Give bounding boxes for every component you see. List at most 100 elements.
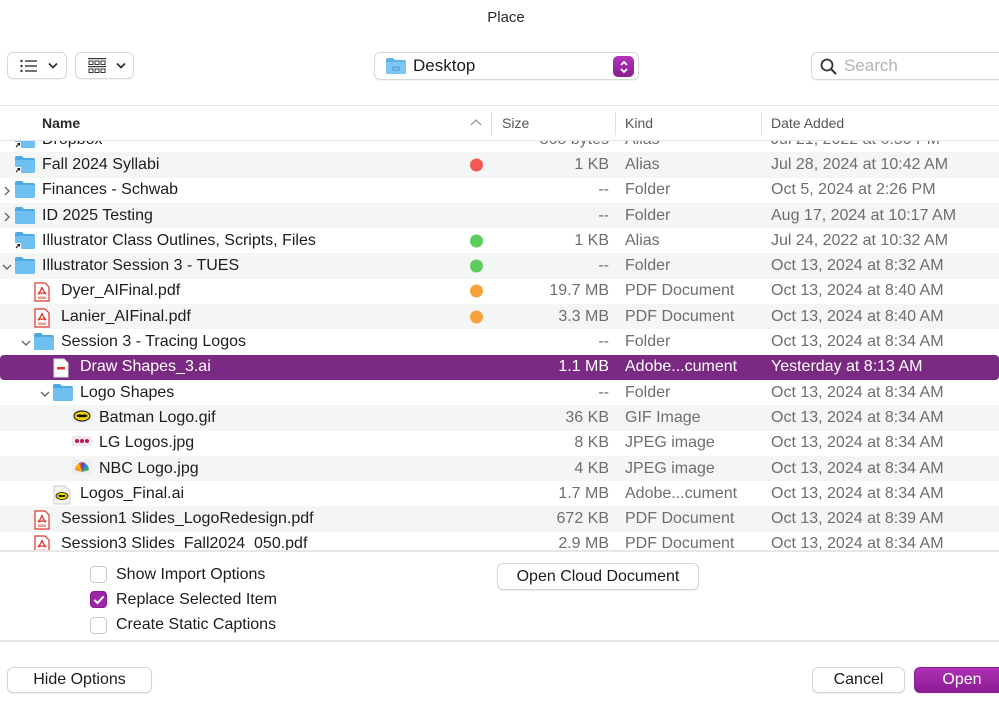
search-icon	[820, 58, 837, 75]
file-date-added: Oct 13, 2024 at 8:34 AM	[771, 484, 944, 502]
tag-red-icon	[470, 158, 483, 172]
file-kind: Alias	[625, 231, 660, 249]
column-kind[interactable]: Kind	[625, 115, 653, 131]
file-kind: Folder	[625, 257, 671, 275]
file-size: 1 KB	[574, 155, 609, 173]
pdf-icon	[34, 282, 54, 303]
file-row[interactable]: Batman Logo.gif 36 KB GIF Image Oct 13, 202…	[0, 405, 999, 431]
file-date-added: Oct 13, 2024 at 8:32 AM	[771, 257, 944, 275]
column-size[interactable]: Size	[502, 115, 529, 131]
tag-green-icon	[470, 259, 483, 273]
options-group: Show Import Options Replace Selected Ite…	[90, 562, 277, 638]
file-kind: Folder	[625, 206, 671, 224]
file-name: Logo Shapes	[80, 383, 175, 401]
file-row[interactable]: Dropbox 368 bytes Alias Jul 21, 2022 at 6:5…	[0, 141, 999, 152]
column-separator[interactable]	[615, 112, 616, 135]
file-size: 1.7 MB	[558, 484, 609, 502]
file-row[interactable]: Finances - Schwab -- Folder Oct 5, 2024 at …	[0, 178, 999, 203]
folder-icon	[15, 257, 35, 275]
file-kind: Folder	[625, 383, 671, 401]
file-row[interactable]: LG Logos.jpg 8 KB JPEG image Oct 13, 2024 a…	[0, 431, 999, 456]
folder-icon	[15, 206, 35, 225]
sort-ascending-icon[interactable]	[470, 118, 482, 126]
location-popup[interactable]: Desktop	[374, 52, 639, 80]
file-name: Dropbox	[42, 141, 102, 149]
search-input[interactable]	[844, 56, 994, 76]
file-size: 2.9 MB	[558, 535, 609, 550]
column-date-added[interactable]: Date Added	[771, 115, 844, 131]
disclosure-collapsed-icon[interactable]	[1, 184, 13, 196]
tag-orange-icon	[470, 284, 483, 298]
group-view-button[interactable]	[75, 52, 134, 79]
file-date-added: Yesterday at 8:13 AM	[771, 358, 923, 376]
option-create-static-captions[interactable]: Create Static Captions	[90, 613, 277, 638]
file-row[interactable]: Lanier_AIFinal.pdf 3.3 MB PDF Document Oct …	[0, 304, 999, 330]
folder-alias-icon	[15, 231, 35, 250]
location-stepper[interactable]	[613, 56, 634, 77]
option-replace-selected-item[interactable]: Replace Selected Item	[90, 587, 277, 612]
file-row[interactable]: Session3 Slides_Fall2024_050.pdf 2.9 MB PD…	[0, 532, 999, 550]
file-row[interactable]: ID 2025 Testing -- Folder Aug 17, 2024 at 1…	[0, 202, 999, 229]
checkbox-checked[interactable]	[90, 591, 107, 609]
file-row[interactable]: Illustrator Session 3 - TUES -- Folder Oct …	[0, 253, 999, 279]
open-button[interactable]: Open	[914, 667, 999, 693]
disclosure-expanded-icon[interactable]	[1, 260, 13, 272]
file-date-added: Oct 13, 2024 at 8:34 AM	[771, 459, 944, 477]
file-list[interactable]: Dropbox 368 bytes Alias Jul 21, 2022 at 6:5…	[0, 141, 999, 550]
file-size: 1 KB	[574, 231, 609, 249]
file-row[interactable]: Draw Shapes_3.ai 1.1 MB Adobe...cument Yest…	[0, 354, 999, 380]
search-field[interactable]	[811, 52, 999, 80]
file-name: Lanier_AIFinal.pdf	[61, 307, 191, 325]
option-show-import-options[interactable]: Show Import Options	[90, 562, 277, 587]
column-separator[interactable]	[491, 112, 492, 135]
file-size: 19.7 MB	[549, 282, 609, 300]
file-size: 4 KB	[574, 459, 609, 477]
file-date-added: Oct 13, 2024 at 8:40 AM	[771, 282, 944, 300]
location-label: Desktop	[413, 56, 476, 75]
pdf-icon	[34, 535, 54, 550]
file-kind: Alias	[625, 155, 660, 173]
nbc-logo-thumbnail-icon	[72, 459, 92, 478]
file-row[interactable]: Illustrator Class Outlines, Scripts, Fil…	[0, 228, 999, 253]
column-separator[interactable]	[761, 112, 762, 135]
lg-logos-thumbnail-icon	[72, 434, 92, 452]
chevron-down-icon	[116, 62, 126, 69]
disclosure-expanded-icon[interactable]	[20, 336, 32, 348]
file-row[interactable]: Fall 2024 Syllabi 1 KB Alias Jul 28, 2024 a…	[0, 152, 999, 178]
file-name: Finances - Schwab	[42, 181, 179, 199]
list-view-button[interactable]	[7, 52, 67, 79]
file-date-added: Oct 13, 2024 at 8:39 AM	[771, 510, 944, 528]
column-name[interactable]: Name	[42, 115, 80, 131]
checkbox[interactable]	[90, 616, 107, 634]
folder-icon	[386, 58, 406, 74]
file-kind: GIF Image	[625, 408, 701, 426]
batman-thumbnail-icon	[72, 408, 92, 427]
file-kind: PDF Document	[625, 307, 735, 325]
cancel-button[interactable]: Cancel	[812, 667, 905, 693]
file-kind: PDF Document	[625, 282, 735, 300]
hide-options-button[interactable]: Hide Options	[7, 667, 152, 693]
file-name: Fall 2024 Syllabi	[42, 155, 160, 173]
file-row[interactable]: Session1 Slides_LogoRedesign.pdf 672 KB PD…	[0, 506, 999, 532]
file-size: --	[598, 383, 609, 401]
disclosure-expanded-icon[interactable]	[39, 387, 51, 399]
file-size: 672 KB	[556, 510, 609, 528]
window-title: Place	[487, 9, 525, 26]
file-kind: PDF Document	[625, 510, 735, 528]
file-name: Draw Shapes_3.ai	[80, 358, 211, 376]
file-kind: Alias	[625, 141, 660, 149]
checkbox[interactable]	[90, 566, 107, 584]
file-row[interactable]: Logo Shapes -- Folder Oct 13, 2024 at 8:34 …	[0, 380, 999, 405]
file-kind: JPEG image	[625, 459, 715, 477]
file-row[interactable]: NBC Logo.jpg 4 KB JPEG image Oct 13, 2024 a…	[0, 455, 999, 482]
file-row[interactable]: Session 3 - Tracing Logos -- Folder Oct 13,…	[0, 329, 999, 354]
file-size: --	[598, 333, 609, 351]
disclosure-collapsed-icon[interactable]	[1, 210, 13, 222]
up-down-chevron-icon	[619, 60, 628, 73]
file-size: 3.3 MB	[558, 307, 609, 325]
open-cloud-document-button[interactable]: Open Cloud Document	[497, 563, 699, 590]
file-row[interactable]: Dyer_AIFinal.pdf 19.7 MB PDF Document Oct 1…	[0, 279, 999, 304]
file-size: 1.1 MB	[558, 358, 609, 376]
file-row[interactable]: Logos_Final.ai 1.7 MB Adobe...cument Oct 13…	[0, 481, 999, 506]
tag-orange-icon	[470, 310, 483, 324]
